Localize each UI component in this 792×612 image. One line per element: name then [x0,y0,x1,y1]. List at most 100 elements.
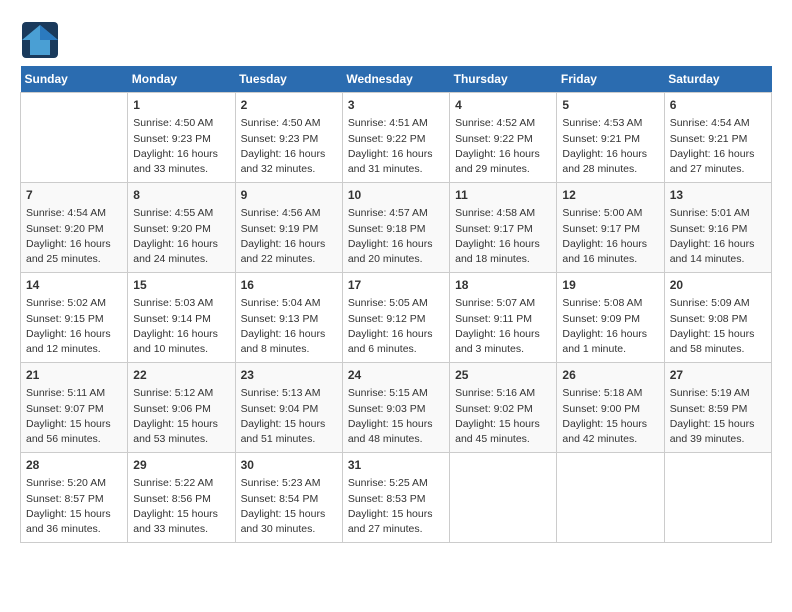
day-info: Sunrise: 5:02 AMSunset: 9:15 PMDaylight:… [26,296,122,357]
header-wednesday: Wednesday [342,66,449,93]
day-info: Sunrise: 5:09 AMSunset: 9:08 PMDaylight:… [670,296,766,357]
day-number: 22 [133,367,229,384]
calendar-cell: 6 Sunrise: 4:54 AMSunset: 9:21 PMDaylight… [664,93,771,183]
day-number: 21 [26,367,122,384]
day-info: Sunrise: 5:18 AMSunset: 9:00 PMDaylight:… [562,386,658,447]
day-info: Sunrise: 4:54 AMSunset: 9:21 PMDaylight:… [670,116,766,177]
day-number: 7 [26,187,122,204]
day-info: Sunrise: 5:11 AMSunset: 9:07 PMDaylight:… [26,386,122,447]
calendar-cell: 17 Sunrise: 5:05 AMSunset: 9:12 PMDayligh… [342,273,449,363]
calendar-cell: 22 Sunrise: 5:12 AMSunset: 9:06 PMDayligh… [128,363,235,453]
calendar-cell [450,453,557,543]
calendar-cell: 16 Sunrise: 5:04 AMSunset: 9:13 PMDayligh… [235,273,342,363]
day-info: Sunrise: 5:12 AMSunset: 9:06 PMDaylight:… [133,386,229,447]
calendar-cell: 10 Sunrise: 4:57 AMSunset: 9:18 PMDayligh… [342,183,449,273]
day-number: 28 [26,457,122,474]
day-info: Sunrise: 5:05 AMSunset: 9:12 PMDaylight:… [348,296,444,357]
calendar-cell: 19 Sunrise: 5:08 AMSunset: 9:09 PMDayligh… [557,273,664,363]
day-info: Sunrise: 5:22 AMSunset: 8:56 PMDaylight:… [133,476,229,537]
day-info: Sunrise: 4:54 AMSunset: 9:20 PMDaylight:… [26,206,122,267]
day-number: 14 [26,277,122,294]
calendar-cell: 9 Sunrise: 4:56 AMSunset: 9:19 PMDaylight… [235,183,342,273]
calendar-cell: 8 Sunrise: 4:55 AMSunset: 9:20 PMDaylight… [128,183,235,273]
calendar-cell: 12 Sunrise: 5:00 AMSunset: 9:17 PMDayligh… [557,183,664,273]
day-info: Sunrise: 5:23 AMSunset: 8:54 PMDaylight:… [241,476,337,537]
calendar-cell: 23Sunrise: 5:13 AMSunset: 9:04 PMDayligh… [235,363,342,453]
calendar-cell: 26Sunrise: 5:18 AMSunset: 9:00 PMDayligh… [557,363,664,453]
day-number: 17 [348,277,444,294]
calendar-cell: 2 Sunrise: 4:50 AMSunset: 9:23 PMDaylight… [235,93,342,183]
day-number: 3 [348,97,444,114]
day-number: 4 [455,97,551,114]
day-number: 2 [241,97,337,114]
day-number: 9 [241,187,337,204]
day-info: Sunrise: 4:50 AMSunset: 9:23 PMDaylight:… [241,116,337,177]
calendar-cell: 14 Sunrise: 5:02 AMSunset: 9:15 PMDayligh… [21,273,128,363]
calendar-week-4: 21 Sunrise: 5:11 AMSunset: 9:07 PMDayligh… [21,363,772,453]
calendar-cell: 5 Sunrise: 4:53 AMSunset: 9:21 PMDaylight… [557,93,664,183]
day-number: 10 [348,187,444,204]
day-number: 23 [241,367,337,384]
calendar-cell: 20 Sunrise: 5:09 AMSunset: 9:08 PMDayligh… [664,273,771,363]
day-number: 6 [670,97,766,114]
day-info: Sunrise: 5:08 AMSunset: 9:09 PMDaylight:… [562,296,658,357]
calendar-cell: 29 Sunrise: 5:22 AMSunset: 8:56 PMDayligh… [128,453,235,543]
calendar-cell: 1Sunrise: 4:50 AMSunset: 9:23 PMDaylight… [128,93,235,183]
calendar-cell [21,93,128,183]
day-number: 27 [670,367,766,384]
day-number: 16 [241,277,337,294]
day-number: 12 [562,187,658,204]
day-number: 29 [133,457,229,474]
day-info: Sunrise: 5:20 AMSunset: 8:57 PMDaylight:… [26,476,122,537]
day-info: Sunrise: 5:16 AMSunset: 9:02 PMDaylight:… [455,386,551,447]
header-thursday: Thursday [450,66,557,93]
day-info: Sunrise: 5:01 AMSunset: 9:16 PMDaylight:… [670,206,766,267]
calendar-cell: 4 Sunrise: 4:52 AMSunset: 9:22 PMDaylight… [450,93,557,183]
calendar-cell: 24 Sunrise: 5:15 AMSunset: 9:03 PMDayligh… [342,363,449,453]
calendar-cell: 27Sunrise: 5:19 AMSunset: 8:59 PMDayligh… [664,363,771,453]
day-info: Sunrise: 5:15 AMSunset: 9:03 PMDaylight:… [348,386,444,447]
calendar-cell: 3 Sunrise: 4:51 AMSunset: 9:22 PMDaylight… [342,93,449,183]
header-monday: Monday [128,66,235,93]
day-number: 24 [348,367,444,384]
day-info: Sunrise: 4:50 AMSunset: 9:23 PMDaylight:… [133,116,229,177]
header-friday: Friday [557,66,664,93]
day-number: 8 [133,187,229,204]
day-number: 18 [455,277,551,294]
day-info: Sunrise: 4:53 AMSunset: 9:21 PMDaylight:… [562,116,658,177]
day-number: 5 [562,97,658,114]
day-info: Sunrise: 5:04 AMSunset: 9:13 PMDaylight:… [241,296,337,357]
day-number: 19 [562,277,658,294]
day-info: Sunrise: 4:56 AMSunset: 9:19 PMDaylight:… [241,206,337,267]
calendar-cell: 13Sunrise: 5:01 AMSunset: 9:16 PMDayligh… [664,183,771,273]
day-number: 15 [133,277,229,294]
day-number: 20 [670,277,766,294]
header-sunday: Sunday [21,66,128,93]
calendar-cell [664,453,771,543]
day-info: Sunrise: 5:03 AMSunset: 9:14 PMDaylight:… [133,296,229,357]
day-number: 31 [348,457,444,474]
calendar-cell: 7 Sunrise: 4:54 AMSunset: 9:20 PMDaylight… [21,183,128,273]
day-info: Sunrise: 4:55 AMSunset: 9:20 PMDaylight:… [133,206,229,267]
calendar-cell [557,453,664,543]
day-info: Sunrise: 5:00 AMSunset: 9:17 PMDaylight:… [562,206,658,267]
calendar-cell: 21 Sunrise: 5:11 AMSunset: 9:07 PMDayligh… [21,363,128,453]
calendar-table: SundayMondayTuesdayWednesdayThursdayFrid… [20,66,772,543]
day-info: Sunrise: 4:58 AMSunset: 9:17 PMDaylight:… [455,206,551,267]
calendar-week-1: 1Sunrise: 4:50 AMSunset: 9:23 PMDaylight… [21,93,772,183]
day-info: Sunrise: 4:52 AMSunset: 9:22 PMDaylight:… [455,116,551,177]
calendar-week-5: 28 Sunrise: 5:20 AMSunset: 8:57 PMDayligh… [21,453,772,543]
logo [20,20,60,56]
day-number: 25 [455,367,551,384]
calendar-cell: 25 Sunrise: 5:16 AMSunset: 9:02 PMDayligh… [450,363,557,453]
page-header [20,20,772,56]
calendar-cell: 18 Sunrise: 5:07 AMSunset: 9:11 PMDayligh… [450,273,557,363]
calendar-week-2: 7 Sunrise: 4:54 AMSunset: 9:20 PMDaylight… [21,183,772,273]
day-info: Sunrise: 5:07 AMSunset: 9:11 PMDaylight:… [455,296,551,357]
day-info: Sunrise: 4:51 AMSunset: 9:22 PMDaylight:… [348,116,444,177]
calendar-cell: 30Sunrise: 5:23 AMSunset: 8:54 PMDayligh… [235,453,342,543]
header-tuesday: Tuesday [235,66,342,93]
calendar-cell: 15 Sunrise: 5:03 AMSunset: 9:14 PMDayligh… [128,273,235,363]
header-saturday: Saturday [664,66,771,93]
day-info: Sunrise: 4:57 AMSunset: 9:18 PMDaylight:… [348,206,444,267]
